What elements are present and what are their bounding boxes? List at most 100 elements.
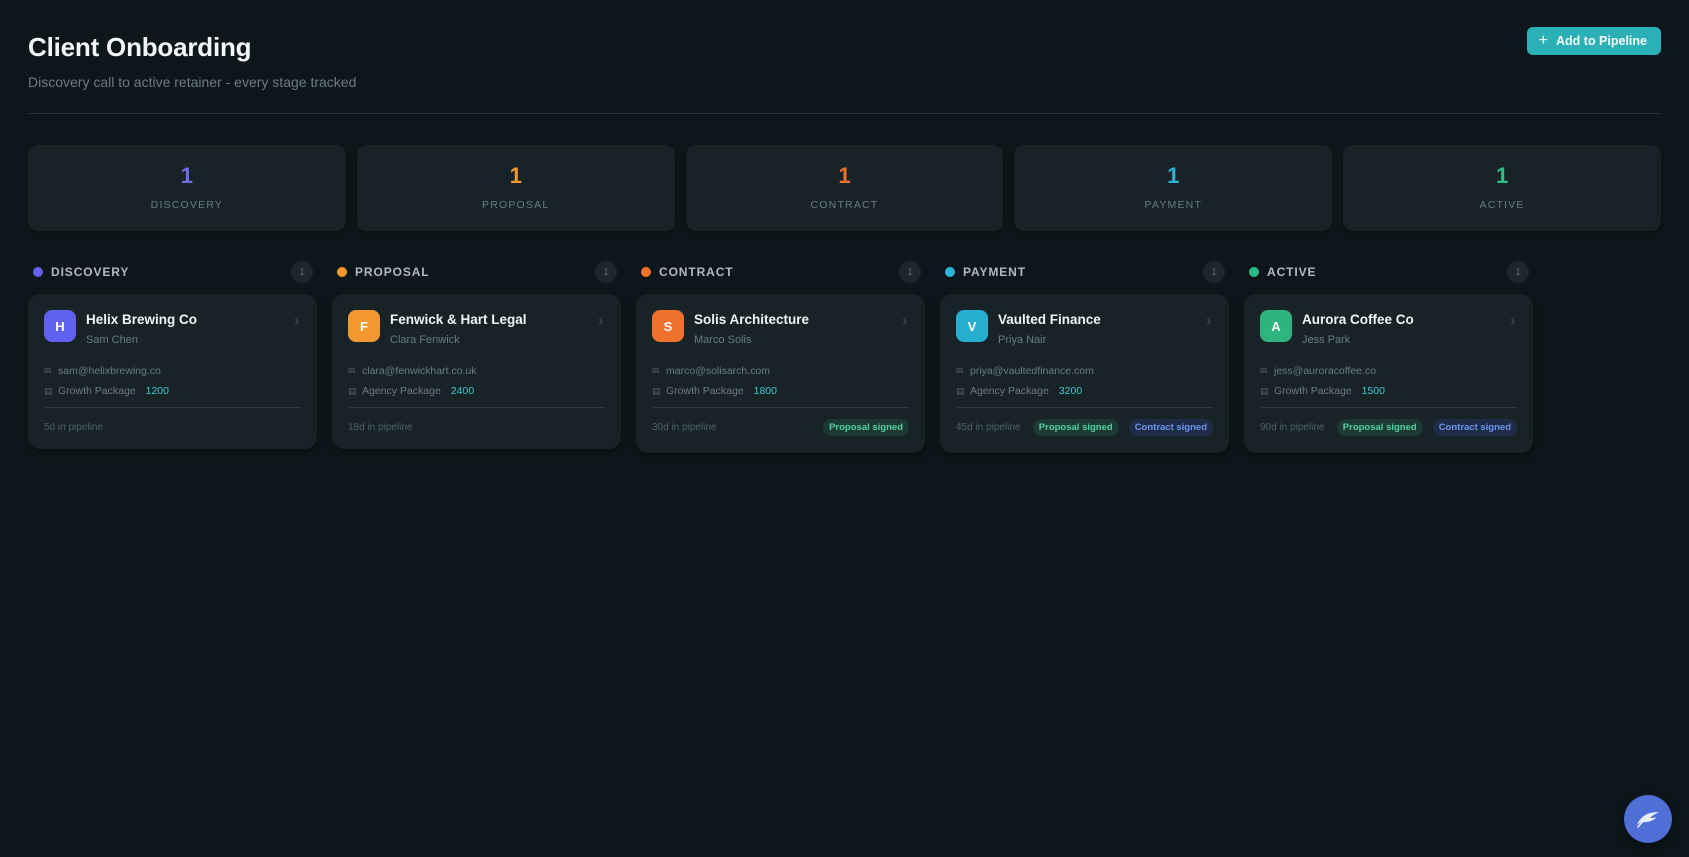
avatar: H bbox=[44, 310, 76, 342]
column-contract: CONTRACT 1 S Solis Architecture Marco So… bbox=[636, 261, 925, 453]
stat-label: CONTRACT bbox=[810, 199, 879, 211]
stage-dot bbox=[945, 267, 955, 277]
company-name: Fenwick & Hart Legal bbox=[390, 312, 527, 327]
avatar: A bbox=[1260, 310, 1292, 342]
mail-icon: ✉ bbox=[956, 365, 964, 376]
stage-dot bbox=[641, 267, 651, 277]
package-amount: 2400 bbox=[450, 385, 475, 397]
package-icon: ▤ bbox=[44, 385, 53, 396]
avatar: F bbox=[348, 310, 380, 342]
assistant-button[interactable] bbox=[1624, 795, 1672, 843]
column-title: PAYMENT bbox=[963, 265, 1026, 279]
package-name: Agency Package bbox=[362, 385, 441, 397]
column-discovery: DISCOVERY 1 H Helix Brewing Co Sam Chen … bbox=[28, 261, 317, 453]
package-icon: ▤ bbox=[1260, 385, 1269, 396]
column-header: ACTIVE 1 bbox=[1244, 261, 1533, 283]
pipeline-age: 30d in pipeline bbox=[652, 422, 717, 433]
contact-name: Clara Fenwick bbox=[390, 334, 460, 346]
column-title: ACTIVE bbox=[1267, 265, 1317, 279]
stat-card-active: 1 ACTIVE bbox=[1343, 145, 1661, 231]
client-email: jess@auroracoffee.co bbox=[1274, 365, 1377, 377]
company-name: Solis Architecture bbox=[694, 312, 810, 327]
page-subtitle: Discovery call to active retainer - ever… bbox=[28, 74, 357, 90]
column-count: 1 bbox=[595, 261, 617, 283]
company-name: Helix Brewing Co bbox=[86, 312, 198, 327]
contract-signed-badge: Contract signed bbox=[1128, 419, 1213, 436]
column-count: 1 bbox=[1203, 261, 1225, 283]
client-email: marco@solisarch.com bbox=[666, 365, 771, 377]
stat-card-discovery: 1 DISCOVERY bbox=[28, 145, 346, 231]
mail-icon: ✉ bbox=[1260, 365, 1268, 376]
stat-card-payment: 1 PAYMENT bbox=[1014, 145, 1333, 231]
column-count: 1 bbox=[1507, 261, 1529, 283]
client-email: priya@vaultedfinance.com bbox=[970, 365, 1094, 377]
page-title: Client Onboarding bbox=[28, 32, 252, 62]
pipeline-age: 18d in pipeline bbox=[348, 422, 413, 433]
contact-name: Priya Nair bbox=[998, 334, 1047, 346]
package-name: Growth Package bbox=[1274, 385, 1352, 397]
page-header: Client Onboarding Discovery call to acti… bbox=[28, 0, 1661, 114]
package-name: Growth Package bbox=[58, 385, 136, 397]
chevron-right-icon[interactable]: › bbox=[1510, 312, 1515, 328]
pipeline-age: 45d in pipeline bbox=[956, 422, 1021, 433]
package-icon: ▤ bbox=[652, 385, 661, 396]
column-count: 1 bbox=[899, 261, 921, 283]
chevron-right-icon[interactable]: › bbox=[598, 312, 603, 328]
stat-label: DISCOVERY bbox=[150, 199, 224, 211]
package-amount: 1500 bbox=[1361, 385, 1385, 397]
mail-icon: ✉ bbox=[652, 365, 660, 376]
package-name: Agency Package bbox=[970, 385, 1049, 397]
package-amount: 1200 bbox=[145, 385, 169, 397]
stage-summary: 1 DISCOVERY 1 PROPOSAL 1 CONTRACT 1 PAYM… bbox=[28, 145, 1661, 231]
package-amount: 3200 bbox=[1058, 385, 1083, 397]
proposal-signed-badge: Proposal signed bbox=[1336, 419, 1423, 436]
chevron-right-icon[interactable]: › bbox=[902, 312, 907, 328]
stat-label: PROPOSAL bbox=[482, 199, 550, 211]
stat-count: 1 bbox=[1167, 163, 1180, 188]
stat-count: 1 bbox=[509, 163, 522, 188]
stat-label: PAYMENT bbox=[1144, 199, 1203, 211]
column-header: CONTRACT 1 bbox=[636, 261, 925, 283]
column-payment: PAYMENT 1 V Vaulted Finance Priya Nair ›… bbox=[940, 261, 1229, 453]
column-header: PAYMENT 1 bbox=[940, 261, 1229, 283]
column-title: DISCOVERY bbox=[51, 265, 130, 279]
client-card[interactable]: H Helix Brewing Co Sam Chen › ✉ sam@helix… bbox=[28, 294, 317, 449]
column-active: ACTIVE 1 A Aurora Coffee Co Jess Park › … bbox=[1244, 261, 1533, 453]
pipeline-age: 5d in pipeline bbox=[44, 422, 103, 433]
add-to-pipeline-label: Add to Pipeline bbox=[1556, 34, 1647, 48]
stage-dot bbox=[337, 267, 347, 277]
client-card[interactable]: V Vaulted Finance Priya Nair › ✉ priya@va… bbox=[940, 294, 1229, 453]
assistant-icon bbox=[1637, 812, 1659, 828]
client-email: sam@helixbrewing.co bbox=[58, 365, 161, 377]
client-email: clara@fenwickhart.co.uk bbox=[362, 365, 477, 377]
column-header: DISCOVERY 1 bbox=[28, 261, 317, 283]
column-header: PROPOSAL 1 bbox=[332, 261, 621, 283]
package-icon: ▤ bbox=[956, 385, 965, 396]
client-card[interactable]: A Aurora Coffee Co Jess Park › ✉ jess@aur… bbox=[1244, 294, 1533, 453]
company-name: Vaulted Finance bbox=[998, 312, 1101, 327]
package-icon: ▤ bbox=[348, 385, 357, 396]
pipeline-board: DISCOVERY 1 H Helix Brewing Co Sam Chen … bbox=[28, 261, 1533, 453]
stat-count: 1 bbox=[838, 163, 851, 188]
plus-icon: + bbox=[1538, 32, 1549, 49]
mail-icon: ✉ bbox=[44, 365, 52, 376]
client-card[interactable]: S Solis Architecture Marco Solis › ✉ marc… bbox=[636, 294, 925, 453]
column-title: CONTRACT bbox=[659, 265, 734, 279]
column-count: 1 bbox=[291, 261, 313, 283]
stat-card-contract: 1 CONTRACT bbox=[685, 145, 1004, 231]
package-amount: 1800 bbox=[753, 385, 777, 397]
company-name: Aurora Coffee Co bbox=[1302, 312, 1414, 327]
contact-name: Jess Park bbox=[1302, 334, 1351, 346]
avatar: V bbox=[956, 310, 988, 342]
stat-count: 1 bbox=[180, 163, 194, 188]
add-to-pipeline-button[interactable]: + Add to Pipeline bbox=[1526, 27, 1661, 55]
column-title: PROPOSAL bbox=[355, 265, 430, 279]
proposal-signed-badge: Proposal signed bbox=[823, 419, 909, 436]
chevron-right-icon[interactable]: › bbox=[1206, 312, 1211, 328]
chevron-right-icon[interactable]: › bbox=[294, 312, 299, 328]
stage-dot bbox=[1249, 267, 1259, 277]
client-card[interactable]: F Fenwick & Hart Legal Clara Fenwick › ✉… bbox=[332, 294, 621, 449]
contract-signed-badge: Contract signed bbox=[1432, 419, 1517, 436]
stat-count: 1 bbox=[1495, 163, 1509, 188]
proposal-signed-badge: Proposal signed bbox=[1032, 419, 1119, 436]
